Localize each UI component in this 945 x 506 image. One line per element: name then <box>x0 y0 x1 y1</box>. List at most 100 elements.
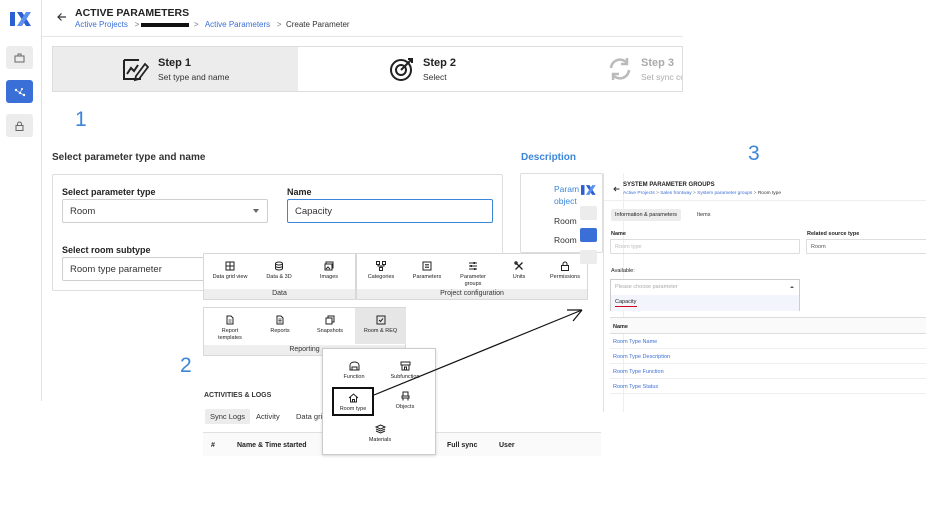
ix-logo <box>581 185 596 195</box>
s3-rail-parameters-button[interactable] <box>580 228 597 242</box>
description-line-4: Room <box>554 235 577 245</box>
menu-item-snapshots[interactable]: Snapshots <box>310 315 350 335</box>
s3-column-name: Name <box>613 324 628 330</box>
rail-projects-button[interactable] <box>6 46 33 69</box>
description-line-3: Room <box>554 216 577 226</box>
description-line-2: object <box>554 196 577 206</box>
s3-option-label: Capacity <box>615 299 637 305</box>
parameter-type-label: Select parameter type <box>62 187 156 197</box>
activities-title: ACTIVITIES & LOGS <box>204 392 272 399</box>
rail-parameters-button[interactable] <box>6 80 33 103</box>
report-template-icon <box>226 315 234 325</box>
step-2-subtitle: Select <box>423 72 447 82</box>
s3-option-capacity[interactable]: Capacity <box>611 295 799 311</box>
redacted-project-name <box>141 22 190 27</box>
submenu-item-room-type[interactable]: Room type <box>332 387 374 416</box>
menu-item-parameters[interactable]: Parameters <box>407 261 447 281</box>
s3-table-header: Name <box>610 317 926 334</box>
menu-item-categories[interactable]: Categories <box>361 261 401 281</box>
menu-item-data-grid-view[interactable]: Data grid view <box>210 261 250 281</box>
s3-row-label: Room Type Status <box>613 384 659 390</box>
home-icon <box>348 393 358 403</box>
s3-crumb-project[interactable]: Sales frontway <box>660 191 691 196</box>
room-req-submenu: Function Subfunction Room type Objects M… <box>322 348 436 455</box>
annotation-2: 2 <box>180 354 192 377</box>
submenu-item-function[interactable]: Function <box>333 361 375 381</box>
back-arrow-icon[interactable] <box>613 186 620 192</box>
edit-chart-icon <box>123 59 149 82</box>
system-parameter-groups-window: SYSTEM PARAMETER GROUPS Active Projects … <box>580 173 926 412</box>
table-row[interactable]: Room Type Function <box>610 364 926 379</box>
step-3-title: Step 3 <box>641 57 675 69</box>
s3-name-label: Name <box>611 231 626 237</box>
table-row[interactable]: Room Type Status <box>610 379 926 394</box>
report-icon <box>276 315 284 325</box>
menu-item-permissions[interactable]: Permissions <box>545 261 585 281</box>
column-user: User <box>499 442 515 449</box>
s3-crumb-active-projects[interactable]: Active Projects <box>623 191 655 196</box>
navigation-menu: Data grid view Data & 3D Images Data Cat… <box>203 253 601 358</box>
form-section-title: Select parameter type and name <box>52 152 206 163</box>
rail-lock-button[interactable] <box>6 114 33 137</box>
s3-parameter-dropdown[interactable]: Please choose parameter Capacity <box>610 279 800 311</box>
breadcrumb: Active Projects > > Active Parameters > … <box>75 20 350 29</box>
breadcrumb-active-parameters[interactable]: Active Parameters <box>205 20 270 29</box>
s3-rail-lock-button[interactable] <box>580 250 597 264</box>
submenu-item-materials[interactable]: Materials <box>359 424 401 444</box>
s3-divider <box>604 200 926 201</box>
description-line-1: Param <box>554 184 580 194</box>
menu-item-parameter-groups[interactable]: Parameter groups <box>453 261 493 287</box>
s3-rail-projects-button[interactable] <box>580 206 597 220</box>
submenu-item-subfunction[interactable]: Subfunction <box>384 361 426 381</box>
menu-item-units[interactable]: Units <box>499 261 539 281</box>
grid-icon <box>225 261 235 271</box>
target-icon <box>390 58 413 81</box>
chevron-down-icon <box>253 209 259 213</box>
column-full-sync: Full sync <box>447 442 478 449</box>
s3-crumb-system-parameter-groups[interactable]: System parameter groups <box>697 191 752 196</box>
left-rail <box>0 0 42 401</box>
step-1[interactable]: Step 1 Set type and name <box>53 47 298 91</box>
description-title: Description <box>521 152 577 163</box>
table-row[interactable]: Room Type Description <box>610 349 926 364</box>
submenu-item-objects[interactable]: Objects <box>384 391 426 411</box>
s3-tab-information[interactable]: Information & parameters <box>611 209 682 221</box>
s3-breadcrumb: Active Projects > Sales frontway > Syste… <box>623 191 782 196</box>
room-subtype-value: Room type parameter <box>70 264 162 275</box>
breadcrumb-create-parameter: Create Parameter <box>285 20 350 29</box>
tools-icon <box>514 261 523 270</box>
menu-item-room-req[interactable]: Room & REQ <box>355 308 406 344</box>
s3-row-label: Room Type Description <box>613 354 671 360</box>
step-1-title: Step 1 <box>158 57 192 69</box>
back-arrow-icon[interactable] <box>57 12 67 22</box>
s3-name-placeholder: Room type <box>615 244 642 250</box>
parameter-type-select[interactable]: Room <box>62 199 268 223</box>
menu-group-data: Data grid view Data & 3D Images Data <box>203 253 356 300</box>
s3-tab-items[interactable]: Items <box>697 212 710 218</box>
tab-sync-logs[interactable]: Sync Logs <box>205 409 251 424</box>
breadcrumb-active-projects[interactable]: Active Projects <box>75 20 128 29</box>
name-input[interactable]: Capacity <box>287 199 493 223</box>
s3-title: SYSTEM PARAMETER GROUPS <box>623 182 715 188</box>
tab-activity[interactable]: Activity <box>256 412 280 421</box>
menu-item-reports[interactable]: Reports <box>260 315 300 335</box>
step-3[interactable]: Step 3 Set sync co <box>548 47 682 91</box>
menu-item-report-templates[interactable]: Report templates <box>210 315 250 341</box>
menu-item-images[interactable]: Images <box>309 261 349 281</box>
layers-icon <box>374 424 386 434</box>
name-label: Name <box>287 187 312 197</box>
table-row[interactable]: Room Type Name <box>610 334 926 349</box>
annotation-1: 1 <box>75 108 87 131</box>
step-1-subtitle: Set type and name <box>158 72 230 82</box>
s3-name-input[interactable]: Room type <box>610 239 800 254</box>
name-value: Capacity <box>295 206 332 217</box>
step-2[interactable]: Step 2 Select <box>298 47 548 91</box>
menu-item-data-3d[interactable]: Data & 3D <box>259 261 299 281</box>
lock-icon <box>15 121 24 131</box>
hierarchy-icon <box>376 261 386 271</box>
s3-related-select[interactable]: Room <box>806 239 926 254</box>
s3-row-label: Room Type Function <box>613 369 664 375</box>
page-title: ACTIVE PARAMETERS <box>75 7 190 19</box>
checkbox-icon <box>376 315 385 325</box>
storefront-icon <box>400 361 410 371</box>
